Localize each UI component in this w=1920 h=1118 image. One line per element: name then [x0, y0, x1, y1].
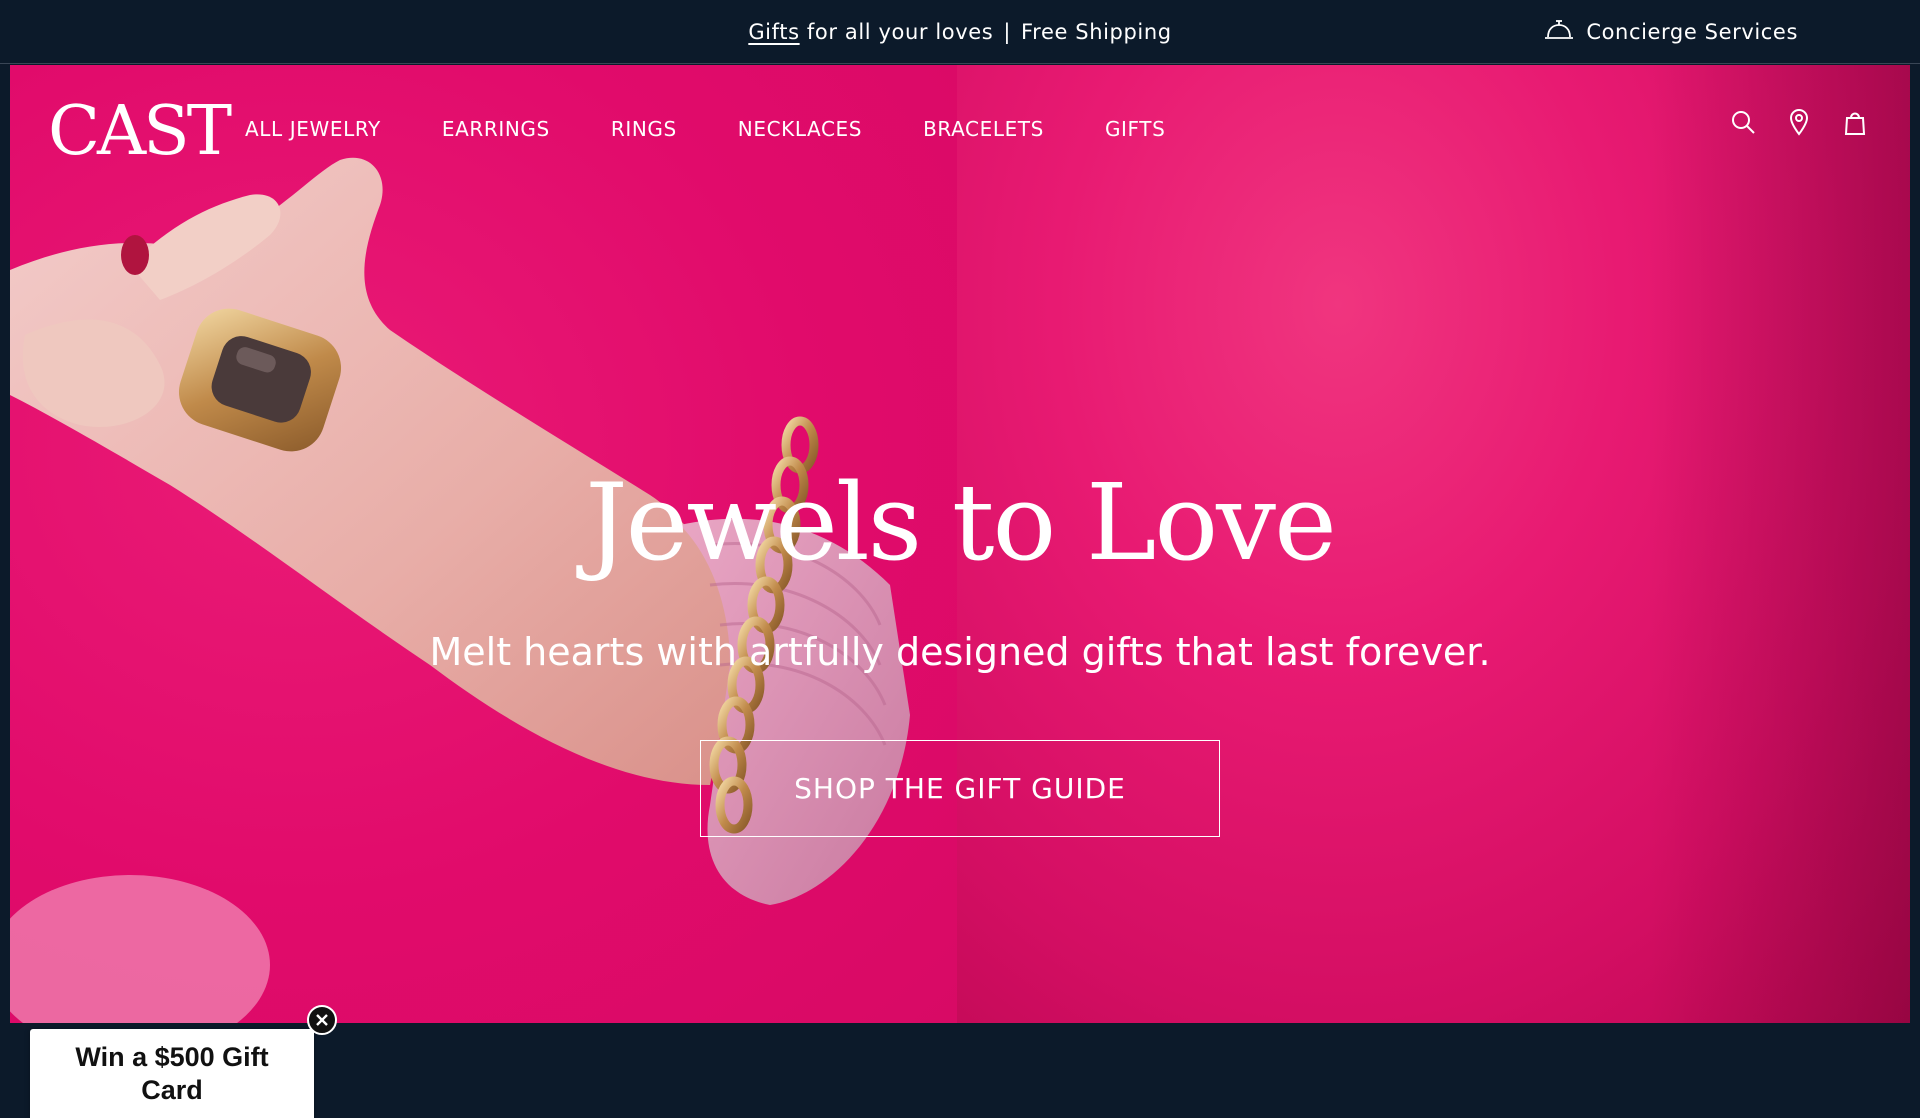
concierge-services-link[interactable]: Concierge Services	[1544, 0, 1798, 64]
promo-text: Win a $500 Gift Card	[75, 1042, 269, 1105]
free-shipping-text: Free Shipping	[1021, 20, 1172, 44]
nav-gifts[interactable]: GIFTS	[1105, 117, 1165, 141]
shopping-bag-icon[interactable]	[1842, 108, 1868, 136]
header-icons	[1730, 108, 1868, 136]
main-nav: ALL JEWELRY EARRINGS RINGS NECKLACES BRA…	[245, 117, 1165, 141]
concierge-label: Concierge Services	[1586, 20, 1798, 44]
nav-all-jewelry[interactable]: ALL JEWELRY	[245, 117, 381, 141]
announcement-bar: Gifts for all your loves | Free Shipping…	[0, 0, 1920, 64]
nav-rings[interactable]: RINGS	[611, 117, 677, 141]
gifts-link[interactable]: Gifts	[748, 20, 799, 44]
close-icon[interactable]	[307, 1005, 337, 1035]
location-pin-icon[interactable]	[1786, 108, 1812, 136]
cast-logo[interactable]: CAST	[48, 98, 232, 166]
service-bell-icon	[1544, 18, 1574, 47]
nav-earrings[interactable]: EARRINGS	[442, 117, 550, 141]
nav-necklaces[interactable]: NECKLACES	[738, 117, 862, 141]
announcement-separator: |	[1003, 20, 1012, 44]
announcement-text: for all your loves	[799, 20, 994, 44]
search-icon[interactable]	[1730, 108, 1756, 136]
shop-gift-guide-button[interactable]: SHOP THE GIFT GUIDE	[700, 740, 1220, 837]
nav-bracelets[interactable]: BRACELETS	[923, 117, 1044, 141]
promo-popup[interactable]: Win a $500 Gift Card	[30, 1029, 314, 1118]
hero-title: Jewels to Love	[585, 461, 1337, 584]
hero-subtitle: Melt hearts with artfully designed gifts…	[429, 630, 1491, 674]
